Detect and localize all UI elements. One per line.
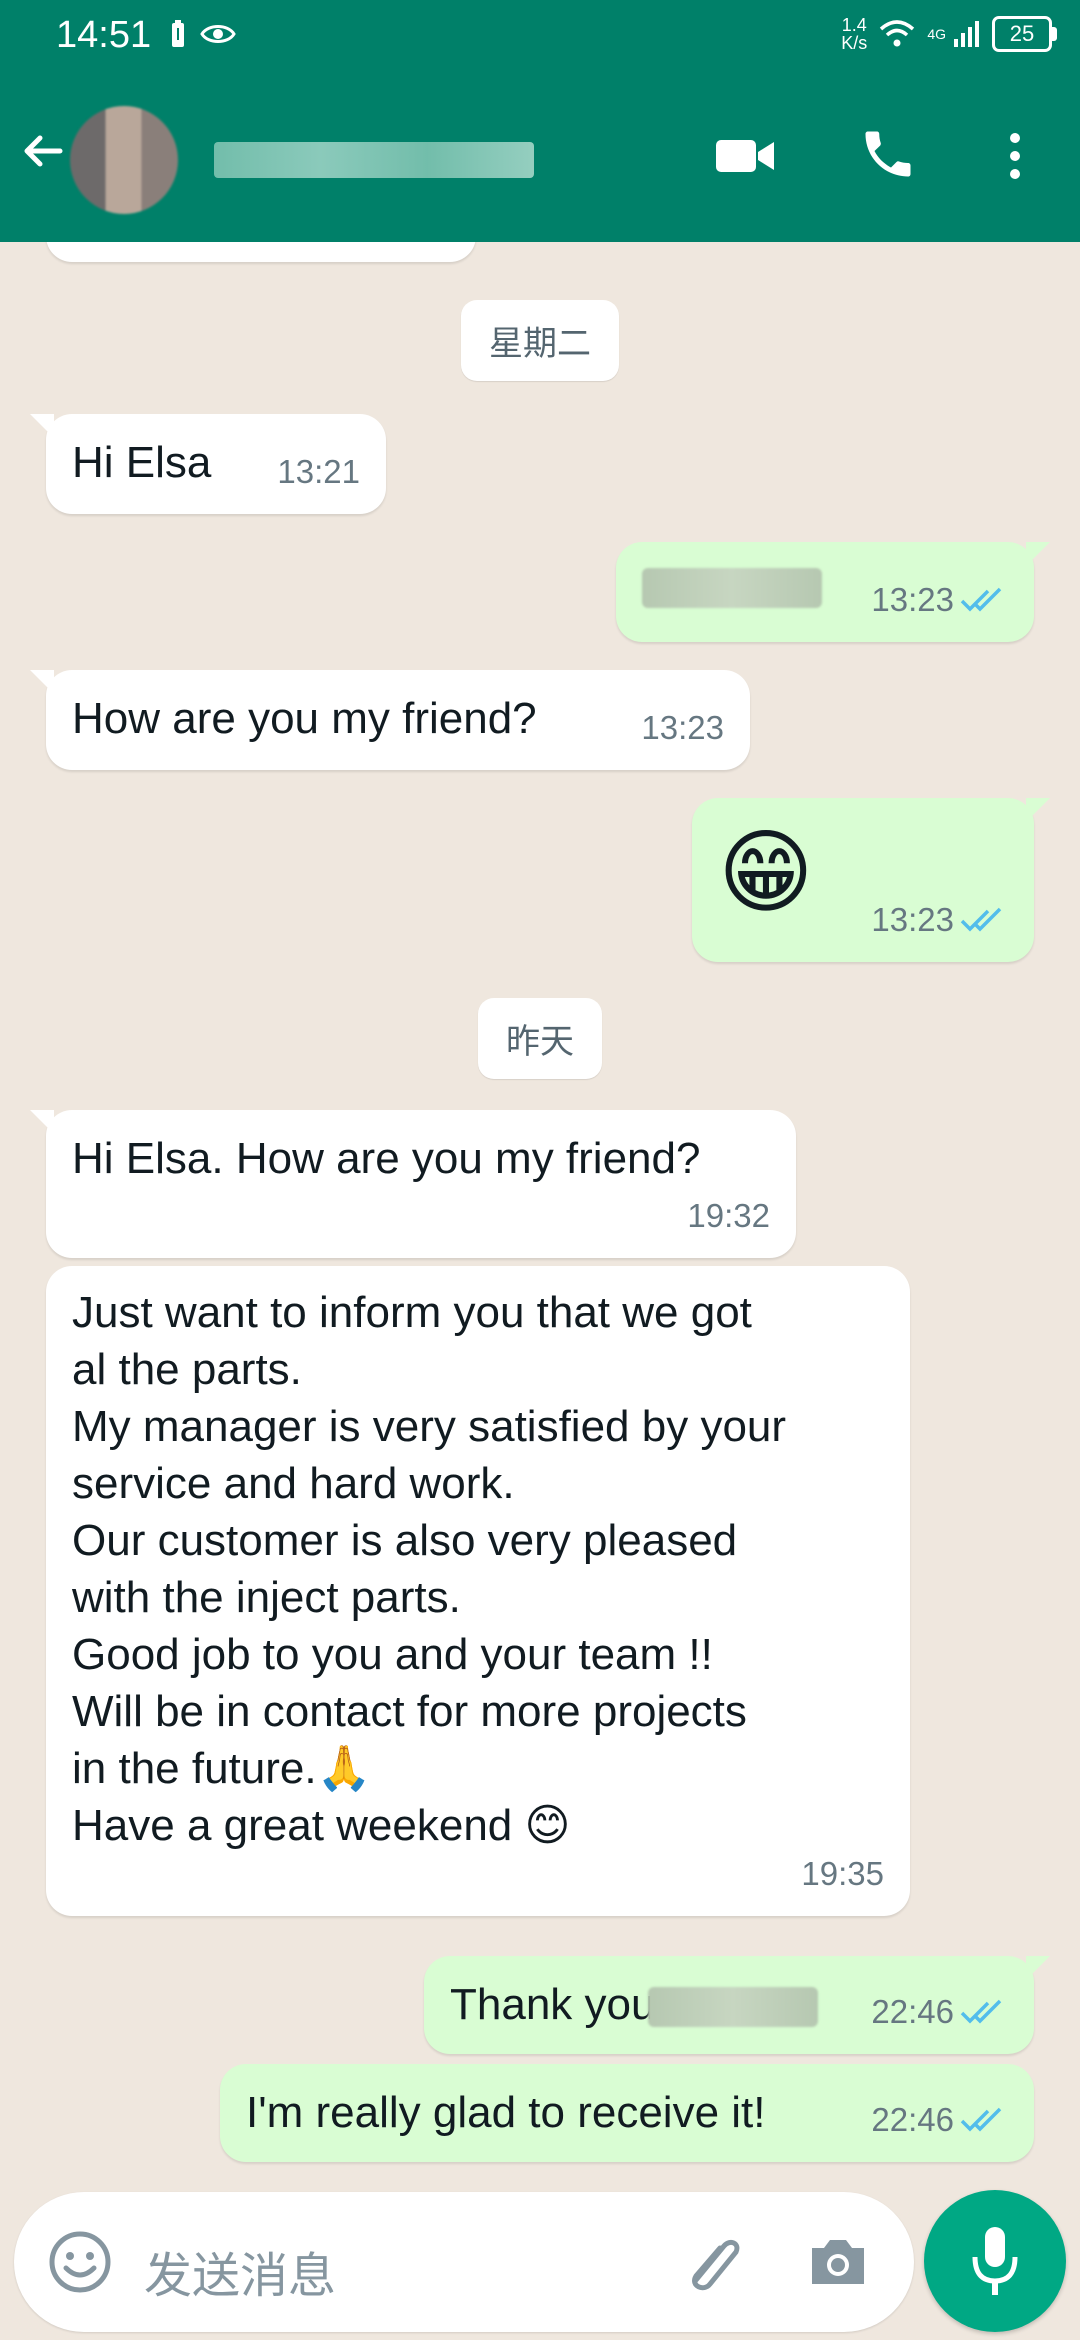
contact-name-redacted[interactable] xyxy=(214,142,534,178)
message-bubble-partial[interactable] xyxy=(46,242,476,262)
message-line: Just want to inform you that we got xyxy=(72,1288,752,1337)
input-placeholder: 发送消息 xyxy=(144,2250,337,2303)
network-type: 4G xyxy=(927,26,946,42)
battery-icon: 25 xyxy=(992,16,1057,52)
network-speed: 1.4 K/s xyxy=(841,15,868,53)
message-list[interactable]: 星期二 Hi Elsa 13:21 13:23 How are you my f… xyxy=(0,242,1080,2184)
status-time: 14:51 xyxy=(56,14,152,56)
message-text: Hi Elsa. How are you my friend? xyxy=(72,1134,701,1183)
message-line: with the inject parts. xyxy=(72,1573,461,1622)
video-call-icon[interactable] xyxy=(714,124,778,188)
wifi-icon xyxy=(880,20,915,47)
message-bubble-outgoing[interactable]: I'm really glad to receive it! 22:46 xyxy=(220,2064,1034,2162)
message-time-group: 22:46 xyxy=(871,1983,1008,2040)
eye-icon xyxy=(200,25,236,43)
mic-icon xyxy=(972,2227,1018,2295)
read-ticks-icon xyxy=(960,587,1002,611)
emoji-icon[interactable] xyxy=(46,2228,114,2296)
message-text: Hi Elsa xyxy=(72,438,212,487)
redacted-text xyxy=(642,568,822,608)
message-line: in the future.🙏 xyxy=(72,1744,372,1793)
status-right: 1.4 K/s 4G 25 xyxy=(841,15,1057,53)
message-text: I'm really glad to receive it! xyxy=(246,2088,766,2137)
message-bubble-outgoing[interactable]: Thank you 22:46 xyxy=(424,1956,1050,2054)
mic-button[interactable] xyxy=(924,2190,1066,2332)
message-line: Will be in contact for more projects xyxy=(72,1687,747,1736)
message-bubble-outgoing[interactable]: 😁 13:23 xyxy=(692,798,1050,962)
message-time: 19:35 xyxy=(801,1855,884,1892)
message-bubble-incoming[interactable]: How are you my friend? 13:23 xyxy=(30,670,750,770)
signal-icon xyxy=(954,21,979,47)
message-bubble-incoming[interactable]: Hi Elsa 13:21 xyxy=(30,414,386,514)
message-line: service and hard work. xyxy=(72,1459,515,1508)
message-line: My manager is very satisfied by your xyxy=(72,1402,787,1451)
status-left-icons xyxy=(170,20,236,48)
message-text: How are you my friend? xyxy=(72,694,537,743)
read-ticks-icon xyxy=(960,907,1002,931)
message-bubble-outgoing[interactable]: 13:23 xyxy=(616,542,1050,642)
emoji-message: 😁 xyxy=(718,822,814,924)
message-input[interactable]: 发送消息 xyxy=(14,2192,914,2332)
message-text: Thank you xyxy=(450,1980,656,2029)
status-bar: 14:51 1.4 K/s 4G 25 xyxy=(0,0,1080,76)
message-line: Good job to you and your team !! xyxy=(72,1630,713,1679)
message-time-group: 13:23 xyxy=(871,571,1008,628)
date-separator: 星期二 xyxy=(461,300,619,381)
chat-header xyxy=(0,76,1080,242)
read-ticks-icon xyxy=(960,1999,1002,2023)
message-time: 13:21 xyxy=(277,453,360,490)
date-separator: 昨天 xyxy=(478,998,602,1079)
redacted-text xyxy=(647,1987,818,2028)
battery-saver-icon xyxy=(172,20,184,47)
attach-icon[interactable] xyxy=(678,2232,748,2296)
message-bubble-incoming[interactable]: Hi Elsa. How are you my friend? 19:32 xyxy=(30,1110,796,1258)
camera-icon[interactable] xyxy=(804,2230,872,2294)
voice-call-icon[interactable] xyxy=(858,124,918,184)
message-line: Have a great weekend 😊 xyxy=(72,1801,571,1850)
message-line: al the parts. xyxy=(72,1345,302,1394)
avatar[interactable] xyxy=(70,106,178,214)
message-bubble-incoming[interactable]: Just want to inform you that we got al t… xyxy=(46,1266,910,1916)
message-time-group: 22:46 xyxy=(871,2091,1008,2148)
message-time: 13:23 xyxy=(641,709,724,746)
back-arrow-icon[interactable] xyxy=(20,128,66,174)
message-line: Our customer is also very pleased xyxy=(72,1516,738,1565)
more-options-icon[interactable] xyxy=(1000,124,1030,188)
message-time: 19:32 xyxy=(687,1197,770,1234)
read-ticks-icon xyxy=(960,2107,1002,2131)
message-time-group: 13:23 xyxy=(871,891,1008,948)
composer: 发送消息 xyxy=(0,2184,1080,2340)
